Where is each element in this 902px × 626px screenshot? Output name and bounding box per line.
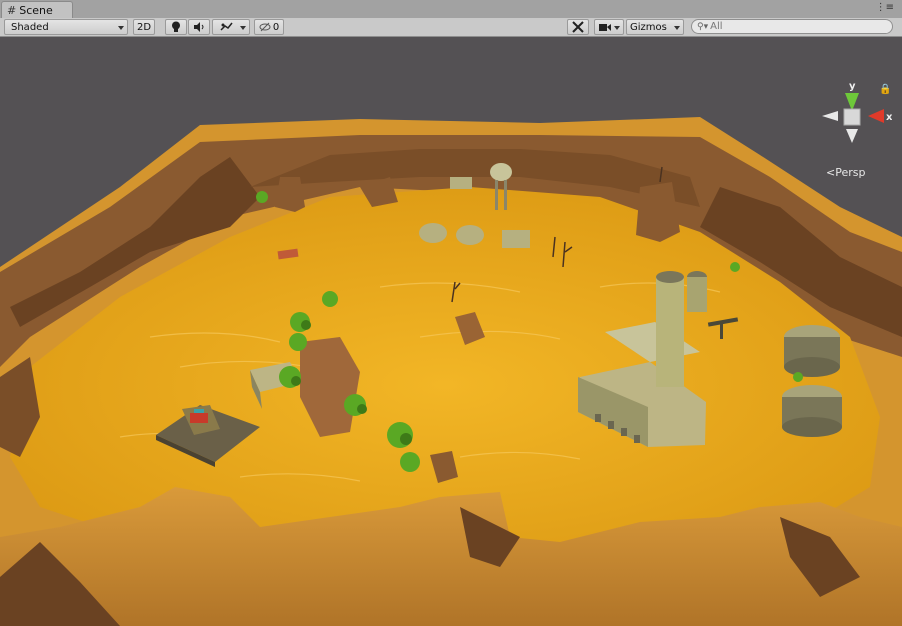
tab-bar: # Scene ⋮≡	[0, 0, 902, 19]
search-icon: ⚲▾	[697, 21, 709, 32]
scene-viewport[interactable]: y x 🔒 <Persp	[0, 37, 902, 626]
grid-icon: #	[7, 4, 17, 17]
tab-scene[interactable]: # Scene	[1, 1, 73, 19]
tab-menu-icon[interactable]: ⋮≡	[876, 2, 894, 13]
tools-icon[interactable]	[567, 19, 589, 35]
mode-2d-button[interactable]: 2D	[133, 19, 155, 35]
draw-mode-dropdown[interactable]: Shaded	[4, 19, 128, 35]
search-placeholder: All	[710, 21, 723, 32]
gizmos-dropdown[interactable]: Gizmos	[626, 19, 684, 35]
persp-icon: <	[826, 166, 836, 179]
axis-y-label: y	[849, 81, 856, 92]
search-input[interactable]: ⚲▾ All	[691, 19, 893, 34]
tab-scene-label: Scene	[19, 4, 53, 17]
hidden-objects-toggle[interactable]: 0	[254, 19, 284, 35]
mode-2d-label: 2D	[136, 21, 152, 33]
scene-render	[0, 37, 902, 626]
hidden-count: 0	[272, 21, 280, 33]
effects-icon	[220, 22, 233, 31]
projection-toggle[interactable]: <Persp	[826, 166, 865, 179]
speaker-icon[interactable]	[188, 19, 210, 35]
camera-icon	[599, 23, 611, 31]
gizmos-label: Gizmos	[630, 21, 667, 33]
light-bulb-icon[interactable]	[165, 19, 187, 35]
eye-hidden-icon	[259, 22, 271, 32]
axis-x-label: x	[886, 112, 892, 123]
projection-label: Persp	[835, 166, 866, 179]
scene-toolbar: Shaded 2D 0 Gizmos ⚲▾ All	[0, 18, 902, 37]
draw-mode-label: Shaded	[11, 21, 49, 33]
effects-dropdown[interactable]	[212, 19, 250, 35]
camera-dropdown[interactable]	[594, 19, 624, 35]
lock-icon[interactable]: 🔒	[879, 84, 891, 95]
